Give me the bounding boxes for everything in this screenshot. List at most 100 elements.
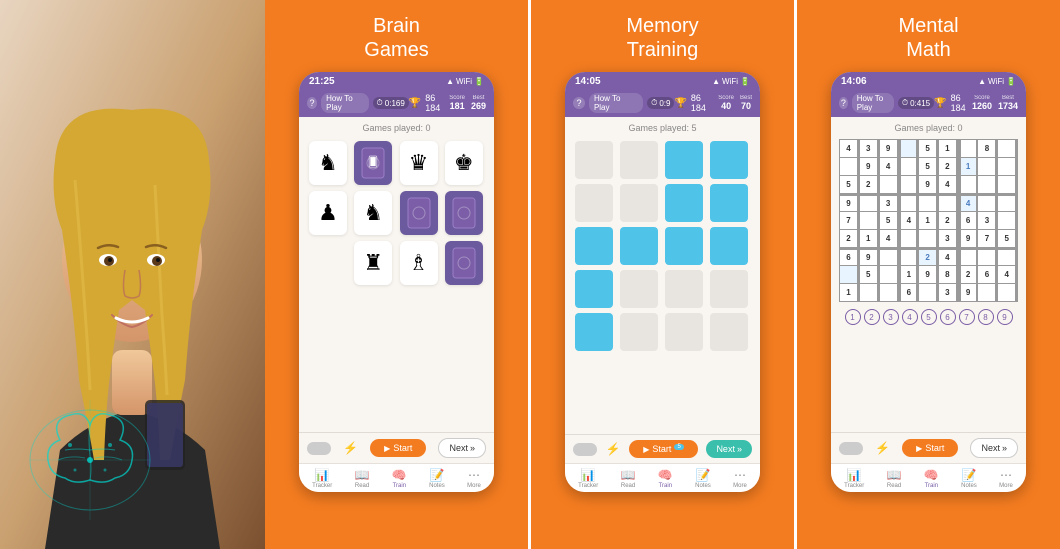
sudoku-cell[interactable]: [899, 194, 916, 211]
sudoku-cell[interactable]: [978, 284, 995, 301]
num-circle[interactable]: 8: [978, 309, 994, 325]
sudoku-cell[interactable]: [978, 248, 995, 265]
sudoku-cell[interactable]: 6: [978, 266, 995, 283]
num-circle[interactable]: 6: [940, 309, 956, 325]
sudoku-cell[interactable]: 5: [880, 212, 897, 229]
sudoku-cell[interactable]: 1: [919, 212, 936, 229]
sudoku-cell[interactable]: [978, 158, 995, 175]
nav-notes-1[interactable]: 📝 Notes: [429, 468, 445, 489]
sudoku-cell[interactable]: [998, 140, 1015, 157]
sudoku-cell[interactable]: 3: [978, 212, 995, 229]
sudoku-cell[interactable]: 9: [959, 230, 976, 247]
sudoku-cell[interactable]: 4: [880, 158, 897, 175]
sudoku-cell[interactable]: [998, 284, 1015, 301]
sudoku-cell[interactable]: 4: [899, 212, 916, 229]
sudoku-cell[interactable]: 9: [919, 266, 936, 283]
sudoku-cell[interactable]: 5: [919, 158, 936, 175]
sudoku-cell[interactable]: [998, 212, 1015, 229]
nav-read-3[interactable]: 📖 Read: [887, 468, 902, 489]
sudoku-cell[interactable]: [860, 194, 877, 211]
sudoku-cell[interactable]: 2: [840, 230, 857, 247]
sudoku-cell[interactable]: [978, 194, 995, 211]
nav-train-2[interactable]: 🧠 Train: [658, 468, 673, 489]
next-button-2[interactable]: Next »: [706, 440, 752, 458]
next-button-3[interactable]: Next »: [970, 438, 1018, 458]
sudoku-cell[interactable]: [840, 266, 857, 283]
sudoku-cell[interactable]: 1: [840, 284, 857, 301]
sudoku-cell[interactable]: [860, 284, 877, 301]
sudoku-cell[interactable]: 2: [919, 248, 936, 265]
sudoku-cell[interactable]: 9: [959, 284, 976, 301]
sudoku-cell[interactable]: [880, 266, 897, 283]
nav-more-2[interactable]: ⋯ More: [733, 468, 747, 489]
sudoku-cell[interactable]: 9: [860, 248, 877, 265]
num-circle[interactable]: 5: [921, 309, 937, 325]
sudoku-cell[interactable]: [939, 194, 956, 211]
sudoku-cell[interactable]: 4: [939, 248, 956, 265]
toggle-1[interactable]: [307, 442, 331, 455]
sudoku-cell[interactable]: [919, 194, 936, 211]
sudoku-cell[interactable]: [959, 176, 976, 193]
num-circle[interactable]: 7: [959, 309, 975, 325]
sudoku-cell[interactable]: 6: [840, 248, 857, 265]
sudoku-cell[interactable]: [860, 212, 877, 229]
nav-tracker-2[interactable]: 📊 Tracker: [578, 468, 598, 489]
num-circle[interactable]: 3: [883, 309, 899, 325]
sudoku-cell[interactable]: 8: [978, 140, 995, 157]
nav-more-3[interactable]: ⋯ More: [999, 468, 1013, 489]
help-icon-2[interactable]: ?: [573, 97, 585, 109]
start-button-2[interactable]: ▶ Start 5: [629, 440, 698, 458]
sudoku-cell[interactable]: [998, 248, 1015, 265]
nav-notes-2[interactable]: 📝 Notes: [695, 468, 711, 489]
num-circle[interactable]: 1: [845, 309, 861, 325]
sudoku-cell[interactable]: [959, 248, 976, 265]
nav-train-3[interactable]: 🧠 Train: [924, 468, 939, 489]
sudoku-cell[interactable]: 4: [939, 176, 956, 193]
sudoku-cell[interactable]: 9: [840, 194, 857, 211]
sudoku-cell[interactable]: [919, 230, 936, 247]
nav-notes-3[interactable]: 📝 Notes: [961, 468, 977, 489]
sudoku-cell[interactable]: 2: [939, 212, 956, 229]
sudoku-cell[interactable]: 3: [939, 284, 956, 301]
sudoku-cell[interactable]: [899, 140, 916, 157]
sudoku-cell[interactable]: 5: [860, 266, 877, 283]
sudoku-cell[interactable]: [899, 230, 916, 247]
start-button-3[interactable]: ▶ Start: [902, 439, 958, 457]
num-circle[interactable]: 2: [864, 309, 880, 325]
sudoku-cell[interactable]: 9: [880, 140, 897, 157]
sudoku-cell[interactable]: 7: [978, 230, 995, 247]
help-icon-3[interactable]: ?: [839, 97, 848, 109]
sudoku-cell[interactable]: 1: [860, 230, 877, 247]
sudoku-cell[interactable]: 9: [860, 158, 877, 175]
toggle-2[interactable]: [573, 443, 597, 456]
sudoku-cell[interactable]: 4: [959, 194, 976, 211]
sudoku-cell[interactable]: [840, 158, 857, 175]
sudoku-cell[interactable]: [899, 158, 916, 175]
sudoku-cell[interactable]: 1: [899, 266, 916, 283]
sudoku-cell[interactable]: 1: [959, 158, 976, 175]
sudoku-cell[interactable]: [880, 176, 897, 193]
nav-tracker-3[interactable]: 📊 Tracker: [844, 468, 864, 489]
sudoku-cell[interactable]: 3: [860, 140, 877, 157]
sudoku-cell[interactable]: [880, 284, 897, 301]
howtoplay-btn-3[interactable]: How To Play: [852, 93, 894, 113]
start-button-1[interactable]: ▶ Start: [370, 439, 426, 457]
sudoku-cell[interactable]: [899, 248, 916, 265]
nav-more-1[interactable]: ⋯ More: [467, 468, 481, 489]
sudoku-cell[interactable]: 4: [840, 140, 857, 157]
sudoku-cell[interactable]: 2: [939, 158, 956, 175]
toggle-3[interactable]: [839, 442, 863, 455]
nav-read-1[interactable]: 📖 Read: [355, 468, 370, 489]
sudoku-cell[interactable]: 5: [919, 140, 936, 157]
nav-tracker-1[interactable]: 📊 Tracker: [312, 468, 332, 489]
sudoku-cell[interactable]: 4: [880, 230, 897, 247]
num-circle[interactable]: 9: [997, 309, 1013, 325]
sudoku-cell[interactable]: 3: [880, 194, 897, 211]
sudoku-cell[interactable]: [978, 176, 995, 193]
sudoku-cell[interactable]: [959, 140, 976, 157]
howtoplay-btn-2[interactable]: How To Play: [589, 93, 643, 113]
nav-read-2[interactable]: 📖 Read: [621, 468, 636, 489]
sudoku-cell[interactable]: 9: [919, 176, 936, 193]
sudoku-cell[interactable]: 3: [939, 230, 956, 247]
sudoku-cell[interactable]: [899, 176, 916, 193]
